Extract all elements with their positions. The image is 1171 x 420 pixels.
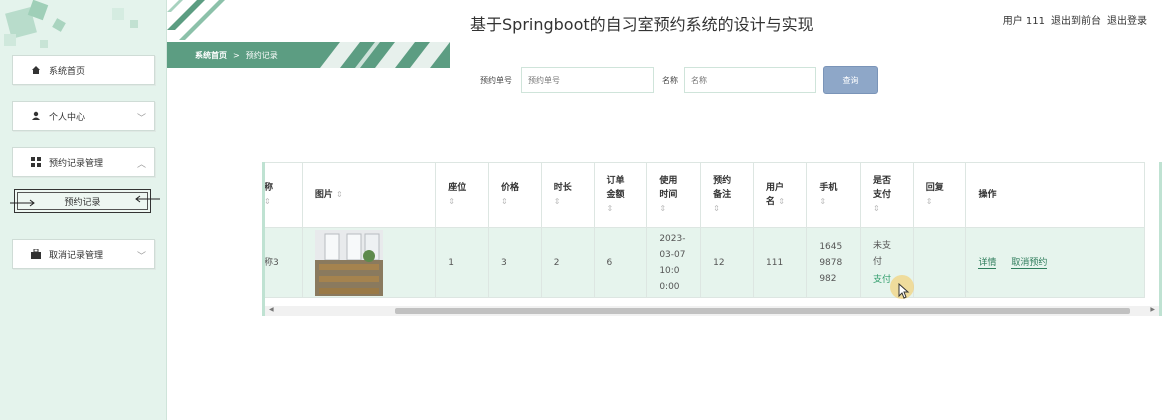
col-username[interactable]: 用户 名 ⇕	[753, 162, 808, 228]
user-label: 用户 111	[1002, 16, 1045, 27]
horizontal-scrollbar[interactable]: ◀ ▶	[265, 306, 1159, 316]
col-order-amount[interactable]: 订单 金额 ⇕	[593, 162, 648, 228]
cell-use-time: 2023- 03-07 10:0 0:00	[646, 227, 702, 298]
search-button[interactable]: 查询	[823, 66, 878, 94]
sort-icon: ⇕	[448, 197, 455, 206]
cell-ops: 详情 取消预约	[965, 227, 1145, 298]
briefcase-icon	[31, 249, 41, 259]
cell-seat: 1	[435, 227, 490, 298]
sort-icon: ⇕	[606, 204, 614, 213]
cell-duration: 2	[540, 227, 595, 298]
order-number-input[interactable]	[521, 67, 654, 93]
sort-icon: ⇕	[264, 197, 271, 206]
breadcrumb-stripes	[320, 42, 450, 68]
sidebar-item-cancel-management[interactable]: 取消记录管理 ﹀	[12, 239, 155, 269]
breadcrumb-current: 预约记录	[245, 50, 278, 60]
sidebar-subitem-label: 预约记录	[64, 197, 101, 208]
sort-icon: ⇕	[872, 204, 880, 213]
name-input[interactable]	[684, 67, 816, 93]
cell-price: 3	[488, 227, 542, 298]
page-title: 基于Springboot的自习室预约系统的设计与实现	[470, 15, 814, 34]
sort-icon: ⇕	[659, 204, 667, 213]
grid-icon	[31, 157, 41, 167]
cell-phone: 1645 9878 982	[806, 227, 861, 298]
sidebar: 系统首页 个人中心 ﹀ 预约记录管理 ︿ 预约记录 取消记录管理 ﹀	[0, 0, 167, 420]
sort-icon: ⇕	[713, 204, 720, 213]
sidebar-item-personal-center[interactable]: 个人中心 ﹀	[12, 101, 155, 131]
sidebar-item-booking-management[interactable]: 预约记录管理 ︿	[12, 147, 155, 177]
cell-order-amount: 6	[593, 227, 648, 298]
chevron-down-icon: ﹀	[136, 252, 146, 262]
name-label: 名称	[662, 76, 678, 85]
sort-icon: ⇕	[553, 197, 561, 206]
header-links: 用户 111 退出到前台 退出登录	[1003, 12, 1147, 27]
sidebar-item-label: 取消记录管理	[49, 250, 104, 261]
sort-icon: ⇕	[925, 197, 933, 206]
breadcrumb-home[interactable]: 系统首页	[195, 50, 227, 61]
decorative-squares	[4, 0, 138, 48]
col-duration[interactable]: 时长 ⇕	[540, 162, 595, 228]
col-image[interactable]: 图片 ⇕	[301, 162, 437, 228]
cell-image	[301, 227, 437, 298]
scroll-left-icon[interactable]: ◀	[269, 306, 274, 313]
sort-icon: ⇕	[501, 197, 508, 206]
scroll-right-icon[interactable]: ▶	[1150, 306, 1155, 313]
cell-remark: 12	[700, 227, 755, 298]
breadcrumb-separator: >	[233, 50, 240, 60]
sidebar-item-label: 系统首页	[49, 66, 86, 77]
col-use-time[interactable]: 使用 时间 ⇕	[646, 162, 702, 228]
room-thumbnail	[314, 229, 383, 296]
logout-link[interactable]: 退出登录	[1107, 12, 1147, 27]
sort-icon: ⇕	[336, 190, 343, 199]
col-remark[interactable]: 预约 备注 ⇕	[700, 162, 755, 228]
to-front-link[interactable]: 退出到前台	[1051, 12, 1101, 27]
records-table: 称 ⇕ 图片 ⇕ 座位 ⇕ 价格 ⇕ 时长 ⇕ 订单 金额 ⇕ 使用 时间 ⇕ 预约 备注 ⇕…	[262, 162, 1162, 316]
sort-icon: ⇕	[819, 197, 827, 206]
cancel-booking-button[interactable]: 取消预约	[1011, 257, 1048, 269]
table-header-row: 称 ⇕ 图片 ⇕ 座位 ⇕ 价格 ⇕ 时长 ⇕ 订单 金额 ⇕ 使用 时间 ⇕ 预约 备注 ⇕…	[264, 162, 1145, 228]
sidebar-item-label: 预约记录管理	[49, 158, 104, 169]
header-stripes	[167, 0, 225, 40]
home-icon	[31, 65, 41, 75]
chevron-up-icon: ︿	[136, 160, 146, 170]
cell-username: 111	[753, 227, 808, 298]
sidebar-item-home[interactable]: 系统首页	[12, 55, 155, 85]
col-paid[interactable]: 是否 支付 ⇕	[859, 162, 914, 228]
cell-name: 称3	[265, 227, 303, 298]
col-seat[interactable]: 座位 ⇕	[435, 162, 490, 228]
user-icon	[31, 111, 41, 121]
col-reply[interactable]: 回复 ⇕	[912, 162, 967, 228]
left-arrow-icon	[10, 199, 35, 207]
col-phone[interactable]: 手机 ⇕	[806, 162, 861, 228]
col-ops: 操作	[965, 162, 1145, 228]
paid-status: 未支 付	[872, 240, 891, 267]
order-number-label: 预约单号	[480, 76, 512, 85]
col-price[interactable]: 价格 ⇕	[488, 162, 542, 228]
col-name[interactable]: 称 ⇕	[264, 162, 303, 228]
cell-reply	[912, 227, 967, 298]
table-row: 称3 1 3 2 6 2023- 03-07 10:0 0:00 12 111 …	[265, 227, 1145, 298]
chevron-down-icon: ﹀	[136, 114, 146, 124]
mouse-cursor-icon	[898, 283, 910, 299]
breadcrumb: 系统首页 > 预约记录	[167, 42, 450, 68]
detail-button[interactable]: 详情	[978, 257, 997, 269]
right-arrow-icon	[135, 195, 160, 203]
sort-icon: ⇕	[778, 197, 785, 206]
scrollbar-thumb[interactable]	[395, 308, 1130, 314]
sidebar-item-label: 个人中心	[49, 112, 86, 123]
